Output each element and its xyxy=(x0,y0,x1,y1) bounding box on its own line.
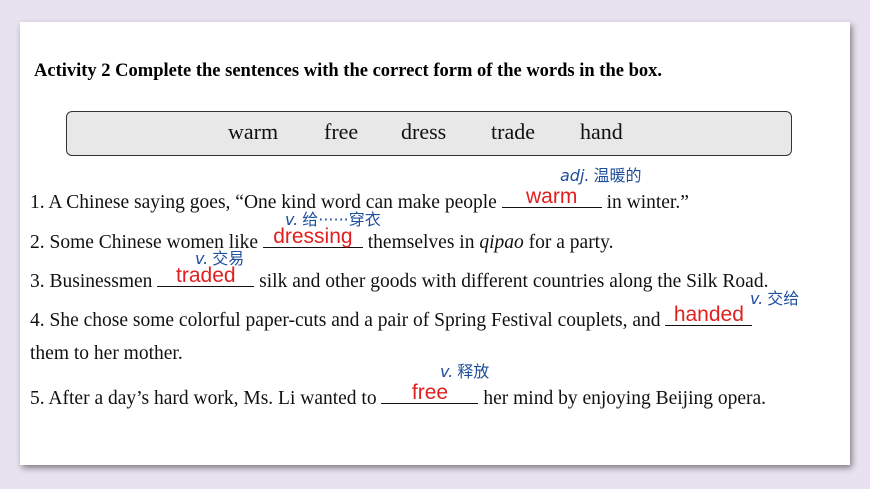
sentence-4-continued: them to her mother. xyxy=(30,343,183,364)
note-warm: adj. 温暖的 xyxy=(560,166,642,185)
activity-title: Activity 2 Complete the sentences with t… xyxy=(34,61,663,81)
answer-blank: warm xyxy=(501,185,602,208)
word-box: warm free dress trade hand xyxy=(66,111,792,156)
sentence-5: 5. After a day’s hard work, Ms. Li wante… xyxy=(30,381,767,409)
answer-blank: dressing xyxy=(262,225,363,248)
answer-text: handed xyxy=(673,303,744,326)
word-box-item: dress xyxy=(401,119,447,144)
word-box-item: free xyxy=(324,119,359,144)
slide: Activity 2 Complete the sentences with t… xyxy=(20,22,850,465)
note-free: v. 释放 xyxy=(440,362,490,381)
answer-blank: traded xyxy=(157,264,255,287)
sentence-4: 4. She chose some colorful paper-cuts an… xyxy=(30,303,753,332)
answer-blank: free xyxy=(381,381,479,404)
answer-text: warm xyxy=(526,185,578,208)
answer-text: traded xyxy=(176,264,236,287)
sentence-3: 3. Businessmen traded silk and other goo… xyxy=(30,264,769,292)
answer-text: dressing xyxy=(273,225,353,248)
word-box-item: trade xyxy=(491,119,535,144)
word-box-item: warm xyxy=(228,119,279,144)
sentence-2: 2. Some Chinese women like dressing them… xyxy=(30,225,614,253)
sentence-1: 1. A Chinese saying goes, “One kind word… xyxy=(30,185,689,213)
answer-text: free xyxy=(411,381,449,404)
word-box-item: hand xyxy=(580,119,623,144)
answer-blank: handed xyxy=(665,303,753,326)
